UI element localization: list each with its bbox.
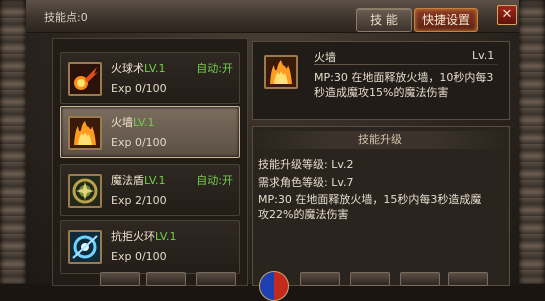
tab-shortcut-settings[interactable]: 快捷设置 xyxy=(414,8,478,32)
skill-exp: Exp 0/100 xyxy=(111,82,167,95)
repel-ring-icon xyxy=(68,230,102,264)
right-ornate-border xyxy=(519,0,545,284)
auto-cast-status[interactable]: 自动:开 xyxy=(196,60,233,76)
firewall-icon xyxy=(68,116,102,150)
upgrade-description: MP:30 在地面释放火墙，15秒内每3秒造成魔攻22%的魔法伤害 xyxy=(258,193,482,221)
skill-name: 火球术LV.1 xyxy=(111,62,166,75)
skill-name: 火墙LV.1 xyxy=(111,116,155,129)
upgrade-skill-level: 技能升级等级: Lv.2 xyxy=(258,158,354,171)
skill-item-magic-shield[interactable]: 魔法盾LV.1 自动:开 Exp 2/100 xyxy=(60,164,240,216)
skill-item-repel-ring[interactable]: 抗拒火环LV.1 Exp 0/100 xyxy=(60,220,240,274)
detail-skill-level: Lv.1 xyxy=(472,49,495,62)
skill-exp: Exp 2/100 xyxy=(111,194,167,207)
skill-name: 魔法盾LV.1 xyxy=(111,174,166,187)
skill-exp: Exp 0/100 xyxy=(111,250,167,263)
detail-skill-name: 火墙 xyxy=(314,51,336,64)
skill-item-fireball[interactable]: 火球术LV.1 自动:开 Exp 0/100 xyxy=(60,52,240,104)
auto-cast-status[interactable]: 自动:开 xyxy=(196,172,233,188)
detail-description: MP:30 在地面释放火墙，10秒内每3秒造成魔攻15%的魔法伤害 xyxy=(314,71,494,99)
left-ornate-border xyxy=(0,0,26,284)
skill-exp: Exp 0/100 xyxy=(111,136,167,149)
close-button[interactable]: ✕ xyxy=(497,5,517,25)
fireball-icon xyxy=(68,62,102,96)
firewall-icon xyxy=(264,55,298,89)
upgrade-title: 技能升级 xyxy=(252,131,508,149)
skill-points-label: 技能点:0 xyxy=(44,11,88,24)
tab-skills[interactable]: 技 能 xyxy=(356,8,412,32)
skill-item-firewall[interactable]: 火墙LV.1 Exp 0/100 xyxy=(60,106,240,158)
upgrade-required-level: 需求角色等级: Lv.7 xyxy=(258,176,354,189)
divider xyxy=(314,64,498,65)
hp-mp-orb xyxy=(259,271,289,301)
skill-name: 抗拒火环LV.1 xyxy=(111,230,177,243)
magic-shield-icon xyxy=(68,174,102,208)
